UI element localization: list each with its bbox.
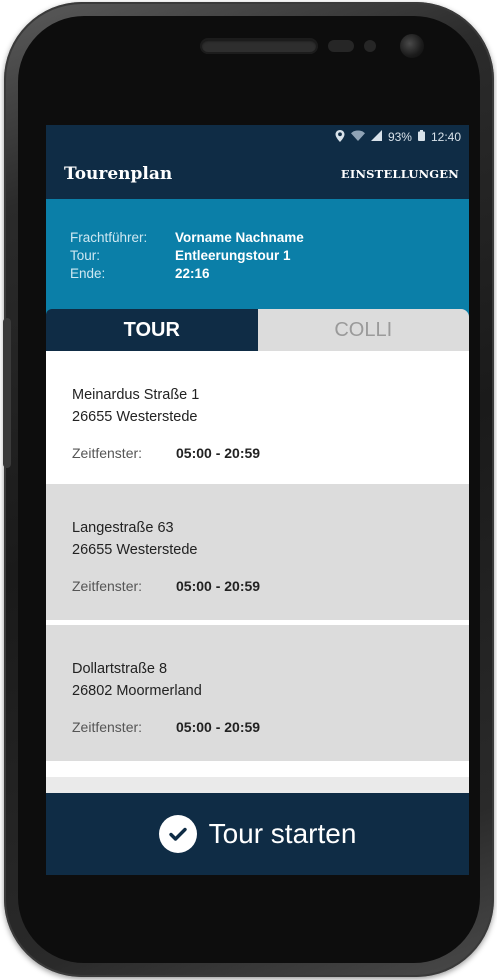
tour-row: Tour: Entleerungstour 1 [70,247,469,265]
settings-button[interactable]: EINSTELLUNGEN [341,167,459,181]
phone-sensor [328,40,354,52]
carrier-row: Frachtführer: Vorname Nachname [70,229,469,247]
stop-street: Dollartstraße 8 [72,661,168,677]
tab-tour[interactable]: TOUR [46,309,258,351]
start-tour-button[interactable]: Tour starten [46,793,469,875]
status-bar: 93% 12:40 [46,125,469,149]
time-window: Zeitfenster: 05:00 - 20:59 [72,578,469,594]
time-window-value: 05:00 - 20:59 [176,578,261,594]
list-item[interactable]: Dollartstraße 8 26802 Moormerland Zeitfe… [46,620,469,761]
battery-percent: 93% [387,130,412,144]
stop-street: Meinardus Straße 1 [72,387,200,403]
tab-bar: TOUR COLLI [46,309,469,351]
time-window: Zeitfenster: 05:00 - 20:59 [72,445,469,461]
carrier-label: Frachtführer: [70,230,148,245]
app-bar: Tourenplan EINSTELLUNGEN [46,149,469,199]
list-spacer [46,761,469,777]
time-window-label: Zeitfenster: [72,578,143,594]
time-window-value: 05:00 - 20:59 [176,445,261,461]
tour-value: Entleerungstour 1 [175,248,291,263]
battery-icon [417,130,425,144]
time-window-label: Zeitfenster: [72,719,143,735]
stop-street: Langestraße 63 [72,520,174,536]
stop-city: 26802 Moormerland [72,683,202,699]
location-icon [335,129,345,145]
list-item[interactable]: Langestraße 63 26655 Westerstede Zeitfen… [46,484,469,620]
phone-camera [400,34,424,58]
tour-label: Tour: [70,248,101,263]
list-item[interactable]: Meinardus Straße 1 26655 Westerstede Zei… [46,351,469,484]
end-label: Ende: [70,266,106,281]
time-window: Zeitfenster: 05:00 - 20:59 [72,719,469,735]
stop-list: Meinardus Straße 1 26655 Westerstede Zei… [46,351,469,777]
stop-city: 26655 Westerstede [72,409,198,425]
page-title: Tourenplan [64,164,173,184]
tour-info-panel: Frachtführer: Vorname Nachname Tour: Ent… [46,199,469,309]
wifi-icon [350,130,365,144]
carrier-value: Vorname Nachname [175,230,304,245]
phone-speaker [200,38,318,54]
check-circle-icon [158,815,197,853]
time-window-label: Zeitfenster: [72,445,143,461]
end-value: 22:16 [175,266,210,281]
clock: 12:40 [430,130,461,144]
time-window-value: 05:00 - 20:59 [176,719,261,735]
start-tour-label: Tour starten [208,818,357,849]
tab-colli[interactable]: COLLI [257,309,469,351]
end-row: Ende: 22:16 [70,265,469,283]
app-screen: 93% 12:40 Tourenplan EINSTELLUNGEN Frach… [46,125,469,875]
phone-side-button [3,318,11,468]
phone-sensor [364,40,376,52]
stop-city: 26655 Westerstede [72,542,198,558]
signal-icon [370,130,382,144]
